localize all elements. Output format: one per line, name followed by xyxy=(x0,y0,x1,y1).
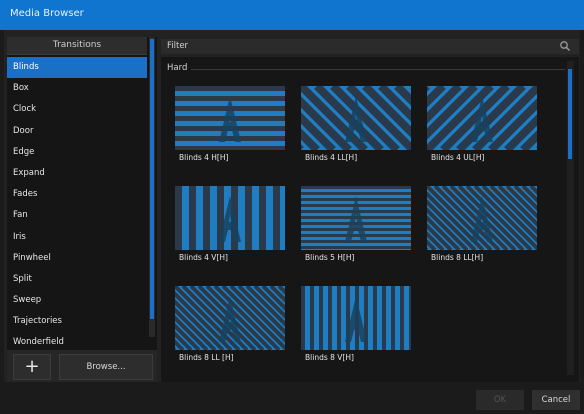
transition-item[interactable]: Trajectories xyxy=(7,311,147,332)
cancel-button[interactable]: Cancel xyxy=(532,390,580,410)
transition-item[interactable]: Fan xyxy=(7,205,147,226)
transitions-panel: Transitions Blinds Box Clock Door Edge Expand… xyxy=(7,37,157,382)
filter-label: Filter xyxy=(167,41,189,51)
transitions-header-label: Transitions xyxy=(52,40,102,50)
transitions-scrollbar[interactable] xyxy=(149,37,155,337)
transition-item[interactable]: Clock xyxy=(7,99,147,120)
tile-thumbnail xyxy=(175,186,285,250)
transition-tile[interactable]: Blinds 4 V[H] xyxy=(175,186,285,278)
tile-thumbnail xyxy=(301,286,411,350)
transition-item[interactable]: Door xyxy=(7,121,147,142)
tile-thumbnail xyxy=(175,86,285,150)
transition-item[interactable]: Edge xyxy=(7,142,147,163)
transition-tile[interactable]: Blinds 8 LL[H] xyxy=(427,186,537,278)
media-scrollbar-thumb[interactable] xyxy=(568,69,572,159)
window-title: Media Browser xyxy=(10,8,84,19)
tile-thumbnail xyxy=(175,286,285,350)
transition-item[interactable]: Iris xyxy=(7,227,147,248)
transitions-scrollbar-thumb[interactable] xyxy=(150,39,154,319)
transition-tile[interactable]: Blinds 4 H[H] xyxy=(175,86,285,178)
tile-caption: Blinds 8 LL[H] xyxy=(431,253,484,262)
tile-thumbnail xyxy=(427,186,537,250)
media-grid: Hard Blinds 4 H[H] Blinds 4 LL[H] Blinds 4… xyxy=(161,57,579,382)
transition-tile[interactable]: Blinds 4 LL[H] xyxy=(301,86,411,178)
tile-caption: Blinds 4 H[H] xyxy=(179,153,229,162)
browse-button[interactable]: Browse... xyxy=(59,354,153,380)
transition-item[interactable]: Box xyxy=(7,78,147,99)
group-label: Hard xyxy=(167,63,188,73)
transition-item[interactable]: Sweep xyxy=(7,290,147,311)
tile-caption: Blinds 4 UL[H] xyxy=(431,153,485,162)
transition-item[interactable]: Blinds xyxy=(7,57,147,79)
tile-thumbnail xyxy=(301,86,411,150)
ok-button[interactable]: OK xyxy=(476,390,524,410)
tile-caption: Blinds 5 H[H] xyxy=(305,253,355,262)
group-divider xyxy=(191,69,565,70)
transition-item[interactable]: Fades xyxy=(7,184,147,205)
transition-item[interactable]: Pinwheel xyxy=(7,248,147,269)
title-bar: Media Browser xyxy=(0,0,584,30)
transition-tile[interactable]: Blinds 5 H[H] xyxy=(301,186,411,278)
filter-bar[interactable]: Filter xyxy=(161,39,579,54)
transitions-list: Blinds Box Clock Door Edge Expand Fades Fan Iris… xyxy=(7,57,147,379)
transition-tile[interactable]: Blinds 8 LL [H] xyxy=(175,286,285,378)
tile-thumbnail xyxy=(427,86,537,150)
footer-bar: OK Cancel xyxy=(0,382,584,414)
tile-caption: Blinds 8 LL [H] xyxy=(179,353,234,362)
transition-tile[interactable]: Blinds 4 UL[H] xyxy=(427,86,537,178)
search-icon[interactable] xyxy=(559,40,571,52)
left-bottom-bar: + Browse... xyxy=(7,350,157,382)
tile-caption: Blinds 4 LL[H] xyxy=(305,153,358,162)
transitions-header: Transitions xyxy=(7,37,147,55)
transition-item[interactable]: Expand xyxy=(7,163,147,184)
tile-caption: Blinds 8 V[H] xyxy=(305,353,354,362)
tile-caption: Blinds 4 V[H] xyxy=(179,253,228,262)
tile-thumbnail xyxy=(301,186,411,250)
transition-tile[interactable]: Blinds 8 V[H] xyxy=(301,286,411,378)
add-button[interactable]: + xyxy=(13,354,51,380)
media-scrollbar[interactable] xyxy=(567,61,574,375)
transition-item[interactable]: Split xyxy=(7,269,147,290)
